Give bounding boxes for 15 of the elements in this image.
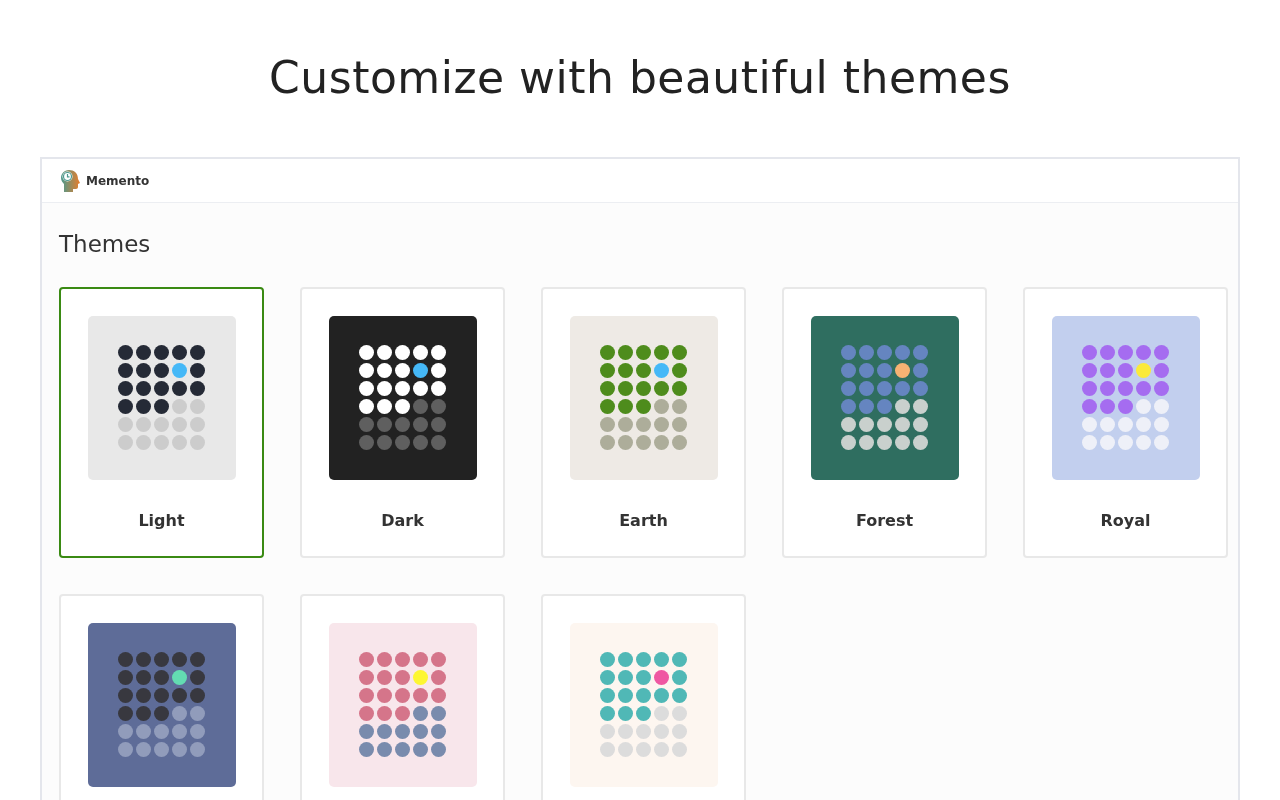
theme-name: Light	[138, 509, 185, 532]
theme-card[interactable]: Royal	[1023, 286, 1228, 558]
theme-card[interactable]: Light	[59, 286, 264, 558]
theme-name: Earth	[619, 509, 668, 532]
theme-card[interactable]	[59, 593, 264, 800]
theme-card[interactable]: Earth	[541, 286, 746, 558]
logo-icon	[60, 168, 82, 193]
theme-name: Dark	[381, 509, 424, 532]
theme-card[interactable]: Dark	[300, 286, 505, 558]
theme-name: Forest	[855, 509, 914, 532]
app-name: Memento	[86, 172, 150, 190]
theme-name: Royal	[1100, 509, 1151, 532]
section-title: Themes	[58, 230, 152, 259]
theme-card[interactable]: Forest	[782, 286, 987, 558]
headline: Customize with beautiful themes	[268, 51, 1012, 105]
